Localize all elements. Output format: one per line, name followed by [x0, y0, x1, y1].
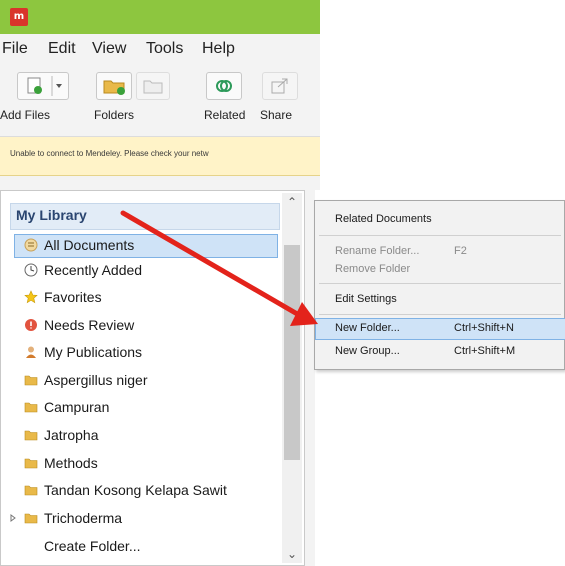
- menu-item-shortcut: Ctrl+Shift+M: [454, 345, 516, 357]
- menu-separator: [319, 314, 561, 315]
- folder-remove-icon: [143, 80, 163, 94]
- star-icon: [24, 290, 38, 304]
- connection-warning-bar: Unable to connect to Mendeley. Please ch…: [0, 137, 320, 176]
- connection-warning-text: Unable to connect to Mendeley. Please ch…: [10, 149, 209, 158]
- sidebar-item-label: Recently Added: [44, 262, 143, 278]
- menu-tools[interactable]: Tools: [146, 40, 183, 58]
- menu-edit[interactable]: Edit: [48, 40, 76, 58]
- folder-icon: [24, 430, 38, 441]
- share-label: Share: [260, 108, 293, 122]
- sidebar-item-label: Needs Review: [44, 317, 135, 333]
- add-files-label: Add Files: [0, 108, 51, 122]
- folder-icon: [24, 458, 38, 469]
- add-files-button[interactable]: [17, 72, 69, 100]
- folder-icon: [24, 513, 38, 524]
- menu-item-new-group[interactable]: New Group... Ctrl+Shift+M: [315, 341, 565, 363]
- all-documents-icon: [24, 238, 38, 252]
- remove-folder-button[interactable]: [136, 72, 170, 100]
- menu-help[interactable]: Help: [202, 40, 235, 58]
- share-button[interactable]: [262, 72, 298, 100]
- title-bar: m: [0, 0, 320, 34]
- panel-gap: [0, 176, 320, 190]
- menu-separator: [319, 235, 561, 236]
- sidebar-item-label: Jatropha: [44, 427, 99, 443]
- folder-add-icon: [103, 80, 125, 95]
- sidebar-item-label: Trichoderma: [44, 510, 123, 526]
- scroll-thumb[interactable]: [284, 245, 300, 460]
- menu-item-label: Remove Folder: [335, 263, 411, 275]
- clock-icon: [24, 263, 38, 277]
- folders-label: Folders: [94, 108, 135, 122]
- menu-file[interactable]: File: [2, 40, 28, 58]
- menu-item-shortcut: F2: [454, 245, 467, 257]
- related-icon: [216, 80, 232, 92]
- menu-item-shortcut: Ctrl+Shift+N: [454, 322, 514, 334]
- sidebar-item-label: My Publications: [44, 344, 143, 360]
- menu-item-remove-folder[interactable]: Remove Folder: [315, 259, 565, 281]
- related-button[interactable]: [206, 72, 242, 100]
- my-library-title: My Library: [16, 207, 87, 223]
- menu-item-label: Related Documents: [335, 213, 432, 225]
- related-label: Related: [204, 108, 246, 122]
- folder-icon: [24, 402, 38, 413]
- sidebar-item-label: All Documents: [44, 237, 135, 253]
- menu-separator: [319, 283, 561, 284]
- menu-item-label: Rename Folder...: [335, 245, 420, 257]
- folder-icon: [24, 485, 38, 496]
- toolbar: Add Files Folders Related Share: [0, 64, 320, 137]
- review-icon: [25, 319, 37, 331]
- menu-item-related-documents[interactable]: Related Documents: [315, 209, 565, 231]
- context-menu: Related Documents Rename Folder... F2 Re…: [314, 200, 565, 370]
- folder-icon: [24, 375, 38, 386]
- menu-item-label: Edit Settings: [335, 293, 397, 305]
- person-icon: [26, 346, 36, 358]
- menu-item-edit-settings[interactable]: Edit Settings: [315, 289, 565, 311]
- menu-view[interactable]: View: [92, 40, 126, 58]
- scroll-down-icon[interactable]: ⌄: [282, 545, 302, 563]
- scroll-up-icon[interactable]: ⌃: [282, 193, 302, 211]
- sidebar-item-label: Favorites: [44, 289, 102, 305]
- add-folder-button[interactable]: [96, 72, 132, 100]
- menu-bar: File Edit View Tools Help: [0, 34, 320, 64]
- expand-arrow-icon[interactable]: [8, 513, 18, 523]
- mendeley-logo-icon: m: [10, 8, 28, 26]
- sidebar-item-label: Campuran: [44, 399, 110, 415]
- menu-item-new-folder[interactable]: New Folder... Ctrl+Shift+N: [315, 318, 565, 340]
- add-file-icon: [27, 76, 62, 96]
- sidebar-item-label: Aspergillus niger: [44, 372, 148, 388]
- menu-item-label: New Group...: [335, 345, 400, 357]
- sidebar-item-label: Tandan Kosong Kelapa Sawit: [44, 482, 227, 498]
- menu-item-label: New Folder...: [335, 322, 400, 334]
- sidebar-item-label: Methods: [44, 455, 98, 471]
- sidebar-item-label: Create Folder...: [44, 538, 141, 554]
- share-icon: [271, 78, 288, 94]
